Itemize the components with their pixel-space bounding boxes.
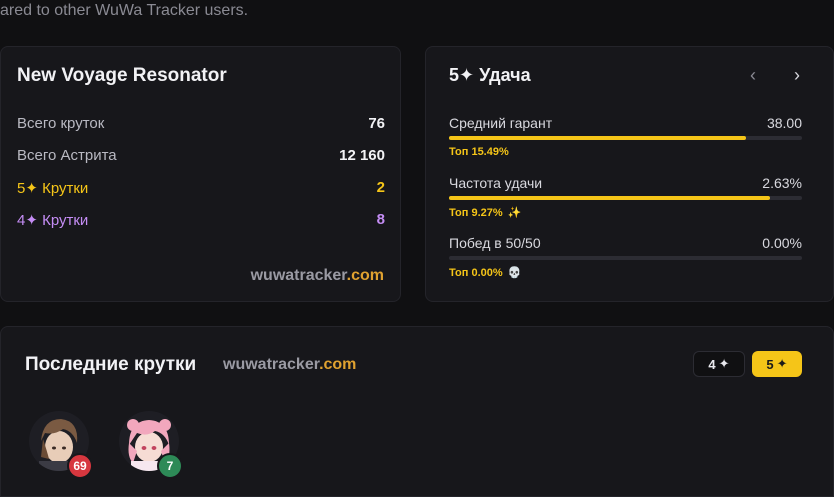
stat-value: 12 160 — [339, 147, 385, 164]
luck-metric-luck-rate: Частота удачи 2.63% Топ 9.27% ✨ — [449, 175, 802, 219]
card-title: New Voyage Resonator — [17, 65, 227, 86]
skull-icon: 💀 — [507, 267, 522, 279]
stat-row-total-astrite: Всего Астрита 12 160 — [17, 147, 385, 164]
stat-value: 8 — [376, 211, 385, 228]
pull-count-badge: 7 — [157, 453, 183, 479]
chevron-right-icon[interactable]: › — [794, 65, 800, 86]
progress-fill — [449, 136, 746, 140]
stat-row-5star-pulls: 5✦ Крутки 2 — [17, 179, 385, 197]
metric-label: Побед в 50/50 — [449, 235, 541, 251]
metric-value: 38.00 — [766, 115, 802, 131]
stat-row-total-pulls: Всего круток 76 — [17, 115, 385, 132]
stat-label: Всего круток — [17, 115, 105, 132]
progress-bar — [449, 136, 802, 140]
luck-card: 5✦ Удача ‹ › Средний гарант 38.00 Топ 15… — [425, 46, 834, 302]
brand-watermark: wuwatracker.com — [223, 356, 356, 374]
star-icon: ✦ — [776, 356, 788, 371]
metric-value: 0.00% — [762, 235, 802, 251]
stat-value: 2 — [376, 179, 385, 196]
chevron-left-icon[interactable]: ‹ — [750, 65, 756, 86]
metric-label: Средний гарант — [449, 115, 553, 131]
filter-5star-button[interactable]: 5 ✦ — [752, 351, 802, 377]
metric-rank: Топ 15.49% — [449, 146, 509, 158]
brand-watermark: wuwatracker.com — [251, 267, 384, 285]
filter-label: 5 — [766, 356, 774, 372]
sparkles-icon: ✨ — [507, 207, 522, 219]
brand-tld: .com — [346, 267, 384, 284]
metric-value: 2.63% — [762, 175, 802, 191]
filter-4star-button[interactable]: 4 ✦ — [693, 351, 745, 377]
stat-label: 4✦ Крутки — [17, 212, 89, 229]
progress-fill — [449, 196, 771, 200]
progress-bar — [449, 256, 802, 260]
filter-label: 4 — [708, 356, 716, 372]
luck-metric-5050-wins: Побед в 50/50 0.00% Топ 0.00% 💀 — [449, 235, 802, 279]
comparison-caption: ared to other WuWa Tracker users. — [0, 2, 249, 19]
progress-bar — [449, 196, 802, 200]
brand-name: wuwatracker — [223, 356, 320, 373]
metric-rank: Топ 0.00% — [449, 266, 503, 279]
pull-avatar-2[interactable]: 7 — [119, 411, 183, 479]
stat-row-4star-pulls: 4✦ Крутки 8 — [17, 211, 385, 229]
stat-label: Всего Астрита — [17, 147, 117, 164]
stat-value: 76 — [368, 115, 385, 132]
metric-label: Частота удачи — [449, 175, 543, 191]
recent-pulls-card: Последние крутки wuwatracker.com 4 ✦ 5 ✦ 6… — [0, 326, 834, 497]
brand-tld: .com — [319, 356, 357, 373]
pull-count-badge: 69 — [67, 453, 93, 479]
card-title: Последние крутки — [25, 354, 197, 375]
card-title: 5✦ Удача — [449, 65, 531, 85]
star-icon: ✦ — [718, 356, 730, 371]
brand-name: wuwatracker — [250, 267, 347, 284]
metric-rank: Топ 9.27% — [449, 206, 503, 219]
luck-metric-avg-pity: Средний гарант 38.00 Топ 15.49% — [449, 115, 802, 158]
stat-label: 5✦ Крутки — [17, 180, 89, 197]
pull-avatar-1[interactable]: 69 — [29, 411, 93, 479]
resonator-stats-card: New Voyage Resonator Всего круток 76 Все… — [0, 46, 401, 302]
